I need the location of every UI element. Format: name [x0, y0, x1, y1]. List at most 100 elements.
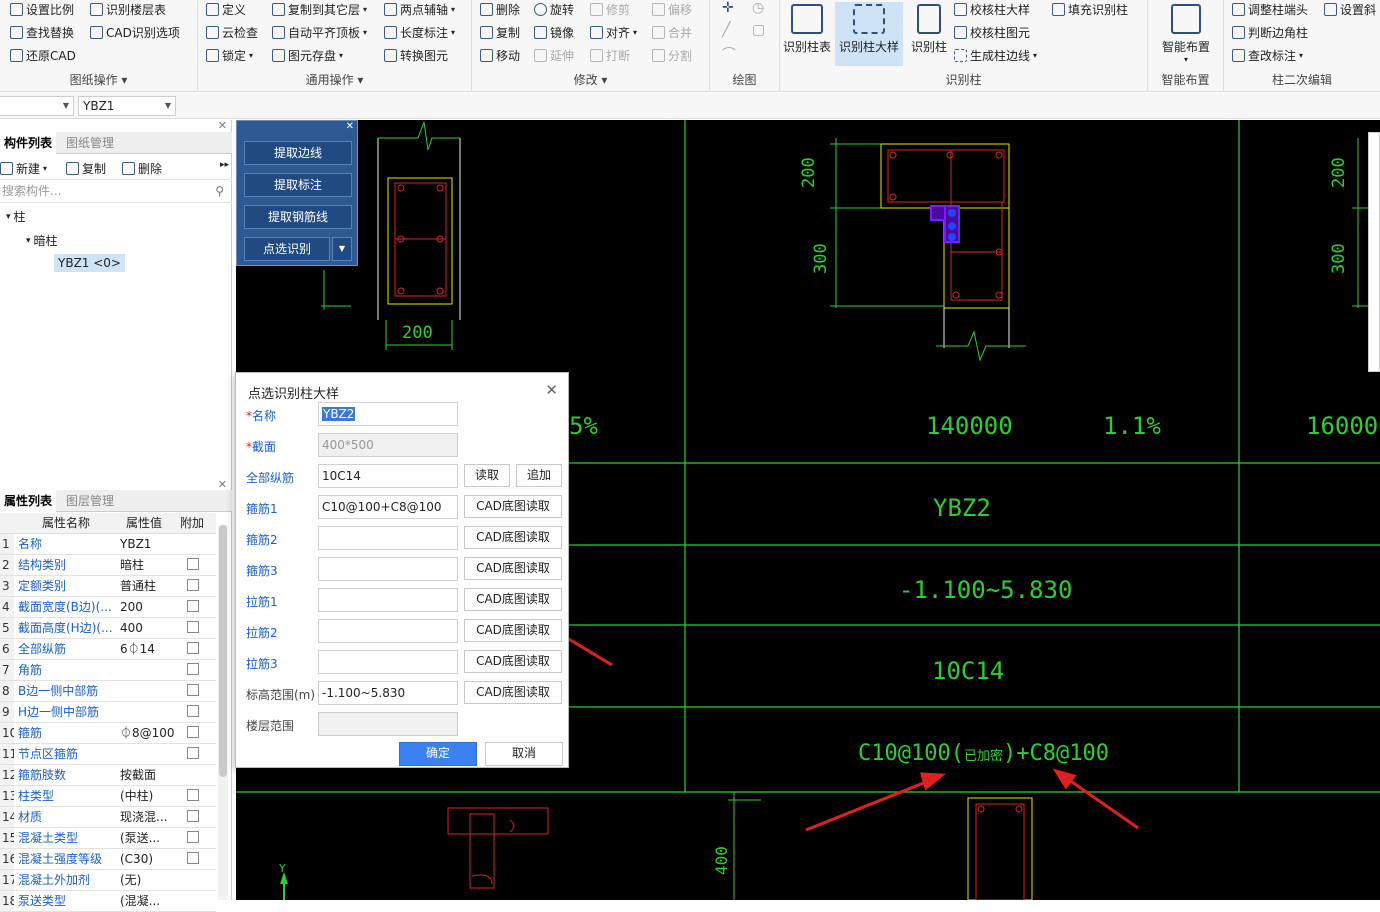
extra-checkbox[interactable] — [187, 600, 199, 612]
property-value[interactable]: 200 — [120, 597, 176, 617]
property-value[interactable]: 按截面 — [120, 765, 176, 785]
append-button[interactable]: 追加 — [516, 464, 562, 487]
extra-checkbox[interactable] — [187, 852, 199, 864]
extra-checkbox[interactable] — [187, 705, 199, 717]
property-value[interactable]: (无) — [120, 870, 176, 890]
tab-component-list[interactable]: 构件列表 — [0, 132, 57, 154]
identify-floor-table-button[interactable]: 识别楼层表 — [90, 1, 166, 18]
set-slant-button[interactable]: 设置斜 — [1324, 1, 1376, 18]
tree-node-column[interactable]: ▾ 柱 — [6, 208, 26, 225]
property-row[interactable]: 12 箍筋肢数 按截面 — [0, 765, 216, 786]
property-row[interactable]: 1 名称 YBZ1 — [0, 534, 216, 555]
property-row[interactable]: 14 材质 现浇混... — [0, 807, 216, 828]
stirrup2-input[interactable] — [318, 526, 458, 550]
property-value[interactable]: 现浇混... — [120, 807, 176, 827]
property-row[interactable]: 7 角筋 — [0, 660, 216, 681]
judge-corner-column-button[interactable]: 判断边角柱 — [1232, 24, 1308, 41]
property-row[interactable]: 6 全部纵筋 6⏀14 — [0, 639, 216, 660]
smart-layout-button[interactable]: 智能布置 ▾ — [1151, 2, 1221, 66]
auto-align-top-button[interactable]: 自动平齐顶板 ▾ — [272, 24, 367, 41]
mirror-button[interactable]: 镜像 — [534, 24, 574, 41]
two-point-axis-button[interactable]: 两点辅轴 ▾ — [384, 1, 455, 18]
point-draw-icon[interactable]: ✛ — [722, 0, 734, 16]
extra-checkbox[interactable] — [187, 621, 199, 633]
group-label-common[interactable]: 通用操作 ▾ — [198, 71, 471, 88]
move-button[interactable]: 移动 — [480, 47, 520, 64]
property-scrollbar[interactable] — [218, 525, 228, 900]
arc-draw-icon[interactable]: ⌒ — [722, 44, 736, 64]
tab-property-list[interactable]: 属性列表 — [0, 490, 57, 512]
property-row[interactable]: 15 混凝土类型 (泵送... — [0, 828, 216, 849]
extra-checkbox[interactable] — [187, 684, 199, 696]
property-value[interactable]: 6⏀14 — [120, 639, 176, 659]
cad-read-button-tie2[interactable]: CAD底图读取 — [464, 619, 562, 642]
extra-checkbox[interactable] — [187, 747, 199, 759]
tie3-input[interactable] — [318, 650, 458, 674]
floor-range-input[interactable] — [318, 712, 458, 736]
property-value[interactable]: 普通柱 — [120, 576, 176, 596]
length-dimension-button[interactable]: 长度标注 ▾ — [384, 24, 455, 41]
define-button[interactable]: 定义 — [206, 1, 246, 18]
long-rebar-input[interactable]: 10C14 — [318, 464, 458, 488]
extra-checkbox[interactable] — [187, 663, 199, 675]
restore-cad-button[interactable]: 还原CAD — [10, 47, 76, 64]
ok-button[interactable]: 确定 — [399, 742, 477, 766]
close-icon[interactable]: ✕ — [346, 121, 354, 132]
name-input[interactable]: YBZ2 — [318, 402, 458, 426]
close-icon[interactable]: ✕ — [218, 478, 227, 491]
split-button[interactable]: 分割 — [652, 47, 692, 64]
new-component-button[interactable]: 新建 ▾ — [0, 160, 47, 177]
property-value[interactable]: (泵送... — [120, 828, 176, 848]
adjust-column-end-button[interactable]: 调整柱端头 — [1232, 1, 1308, 18]
more-icon[interactable]: ▸▸ — [220, 160, 229, 170]
property-row[interactable]: 11 节点区箍筋 — [0, 744, 216, 765]
cad-options-button[interactable]: CAD识别选项 — [90, 24, 180, 41]
property-row[interactable]: 4 截面宽度(B边)(... 200 — [0, 597, 216, 618]
extra-checkbox[interactable] — [187, 642, 199, 654]
lock-button[interactable]: 锁定 ▾ — [206, 47, 253, 64]
property-value[interactable]: (中柱) — [120, 786, 176, 806]
extra-checkbox[interactable] — [187, 558, 199, 570]
property-row[interactable]: 10 箍筋 ⏀8@100 — [0, 723, 216, 744]
line-draw-icon[interactable]: ╱ — [722, 22, 730, 38]
rect-draw-icon[interactable]: ▢ — [752, 22, 765, 38]
property-value[interactable]: (混凝... — [120, 891, 176, 911]
scrollbar-thumb[interactable] — [219, 525, 227, 777]
delete-component-button[interactable]: 删除 — [122, 160, 162, 177]
cad-read-button-stirrup3[interactable]: CAD底图读取 — [464, 557, 562, 580]
align-button[interactable]: 对齐 ▾ — [590, 24, 637, 41]
layer-combo[interactable]: ▼ — [0, 96, 74, 116]
search-icon[interactable]: ⚲ — [215, 181, 224, 201]
check-column-element-button[interactable]: 校核柱图元 — [954, 24, 1030, 41]
tree-item-ybz1[interactable]: YBZ1 <0> — [54, 254, 125, 272]
property-row[interactable]: 9 H边一侧中部筋 — [0, 702, 216, 723]
property-value[interactable]: ⏀8@100 — [120, 723, 176, 743]
fill-identify-column-button[interactable]: 填充识别柱 — [1052, 1, 1128, 18]
break-button[interactable]: 打断 — [590, 47, 630, 64]
extra-checkbox[interactable] — [187, 789, 199, 801]
identify-column-table-button[interactable]: 识别柱表 — [782, 2, 832, 66]
find-replace-button[interactable]: 查找替换 — [10, 24, 74, 41]
extra-checkbox[interactable] — [187, 579, 199, 591]
elevation-input[interactable]: -1.100~5.830 — [318, 681, 458, 705]
cad-read-button-stirrup2[interactable]: CAD底图读取 — [464, 526, 562, 549]
stirrup3-input[interactable] — [318, 557, 458, 581]
close-icon[interactable]: ✕ — [545, 381, 558, 399]
cloud-check-button[interactable]: 云检查 — [206, 24, 258, 41]
merge-button[interactable]: 合并 — [652, 24, 692, 41]
property-value[interactable]: YBZ1 — [120, 534, 176, 554]
tab-drawing-management[interactable]: 图纸管理 — [62, 132, 118, 154]
identify-column-detail-button[interactable]: 识别柱大样 — [835, 2, 903, 66]
extract-edge-button[interactable]: 提取边线 — [244, 141, 352, 165]
close-icon[interactable]: ✕ — [218, 119, 227, 132]
property-row[interactable]: 2 结构类别 暗柱 — [0, 555, 216, 576]
check-column-detail-button[interactable]: 校核柱大样 — [954, 1, 1030, 18]
copy-to-layer-button[interactable]: 复制到其它层 ▾ — [272, 1, 367, 18]
property-value[interactable]: 400 — [120, 618, 176, 638]
component-search-input[interactable]: 搜索构件... ⚲ — [0, 181, 232, 203]
trim-button[interactable]: 修剪 — [590, 1, 630, 18]
cad-read-button-elevation[interactable]: CAD底图读取 — [464, 681, 562, 704]
tie1-input[interactable] — [318, 588, 458, 612]
property-row[interactable]: 5 截面高度(H边)(... 400 — [0, 618, 216, 639]
group-label-drawing[interactable]: 图纸操作 ▾ — [0, 71, 197, 88]
